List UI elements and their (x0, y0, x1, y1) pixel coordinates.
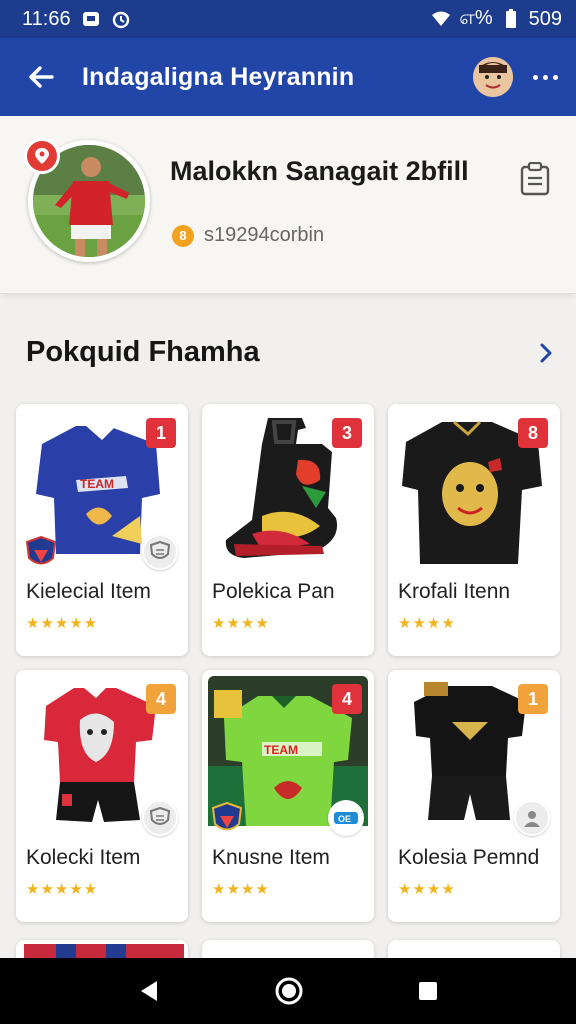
profile-handle: s19294corbin (204, 224, 325, 246)
rank-badge: 4 (146, 684, 176, 714)
battery-level: 509 (528, 7, 562, 30)
svg-text:TEAM: TEAM (80, 477, 114, 491)
mini-badge[interactable] (142, 800, 178, 836)
back-button[interactable] (24, 60, 58, 94)
nav-recents-icon[interactable] (417, 980, 439, 1002)
avatar-face-icon (473, 57, 513, 97)
battery-icon (505, 9, 516, 28)
item-card[interactable]: 8 Krofali Itenn ★★★★ (388, 404, 560, 656)
clipboard-button[interactable] (520, 161, 550, 196)
shield-icon (150, 807, 170, 825)
page-title: Indagaligna Heyrannin (82, 62, 355, 91)
rating-stars: ★★★★ (398, 615, 456, 632)
location-pin-icon (35, 148, 49, 164)
item-card[interactable]: TEAM 4 OE Knusne Item ★★★★ (202, 670, 374, 922)
chevron-right-icon[interactable] (538, 341, 554, 365)
rank-badge: 1 (146, 418, 176, 448)
clipboard-icon (520, 161, 550, 196)
rank-badge: 3 (332, 418, 362, 448)
profile-name: Malokkn Sanagait 2bfill (170, 156, 469, 186)
team-logo-icon: OE (334, 812, 358, 824)
person-icon (524, 811, 540, 827)
item-label: Kielecial Item (26, 580, 151, 603)
profile-handle-row: 8 s19294corbin (172, 224, 324, 247)
nav-back-icon[interactable] (137, 979, 161, 1003)
rating-stars: ★★★★★ (26, 615, 99, 632)
alarm-icon (112, 11, 129, 29)
mini-badge[interactable] (514, 800, 550, 836)
more-options-button[interactable] (533, 74, 558, 80)
item-label: Kolecki Item (26, 846, 141, 869)
rating-stars: ★★★★★ (26, 881, 99, 898)
arrow-left-icon (29, 66, 54, 88)
nav-home-icon[interactable] (274, 976, 304, 1006)
item-card[interactable]: 3 Polekica Pan ★★★★ (202, 404, 374, 656)
system-nav-bar (0, 958, 576, 1024)
section-header[interactable]: Pokquid Fhamha (26, 336, 554, 369)
mini-badge[interactable] (142, 534, 178, 570)
team-crest-icon (212, 802, 242, 831)
rank-badge: 1 (518, 684, 548, 714)
app-bar: Indagaligna Heyrannin (0, 38, 576, 116)
item-label: Knusne Item (212, 846, 330, 869)
coin-badge: 8 (172, 224, 194, 247)
item-label: Krofali Itenn (398, 580, 511, 603)
status-bar: 11:66 எ% 509 (0, 0, 576, 38)
svg-text:TEAM: TEAM (264, 743, 298, 757)
mini-badge[interactable]: OE (328, 800, 364, 836)
profile-header: Malokkn Sanagait 2bfill 8 s19294corbin (0, 116, 576, 294)
rating-stars: ★★★★ (212, 615, 270, 632)
user-avatar[interactable] (473, 57, 513, 97)
status-time: 11:66 (22, 7, 71, 30)
rank-badge: 4 (332, 684, 362, 714)
item-card[interactable]: TEAM 1 Kielecial Item ★★★★★ (16, 404, 188, 656)
shield-icon (150, 541, 170, 559)
status-signal-text: எ% (459, 6, 493, 29)
section-title: Pokquid Fhamha (26, 336, 260, 368)
rating-stars: ★★★★ (398, 881, 456, 898)
team-crest-icon (26, 536, 56, 565)
item-card[interactable]: 4 Kolecki Item ★★★★★ (16, 670, 188, 922)
rating-stars: ★★★★ (212, 881, 270, 898)
item-label: Kolesia Pemnd (398, 846, 540, 869)
wifi-icon (432, 11, 451, 26)
message-icon (82, 12, 99, 26)
location-badge[interactable] (24, 138, 60, 174)
item-label: Polekica Pan (212, 580, 335, 603)
svg-text:OE: OE (338, 814, 351, 824)
item-card[interactable]: 1 Kolesia Pemnd ★★★★ (388, 670, 560, 922)
rank-badge: 8 (518, 418, 548, 448)
